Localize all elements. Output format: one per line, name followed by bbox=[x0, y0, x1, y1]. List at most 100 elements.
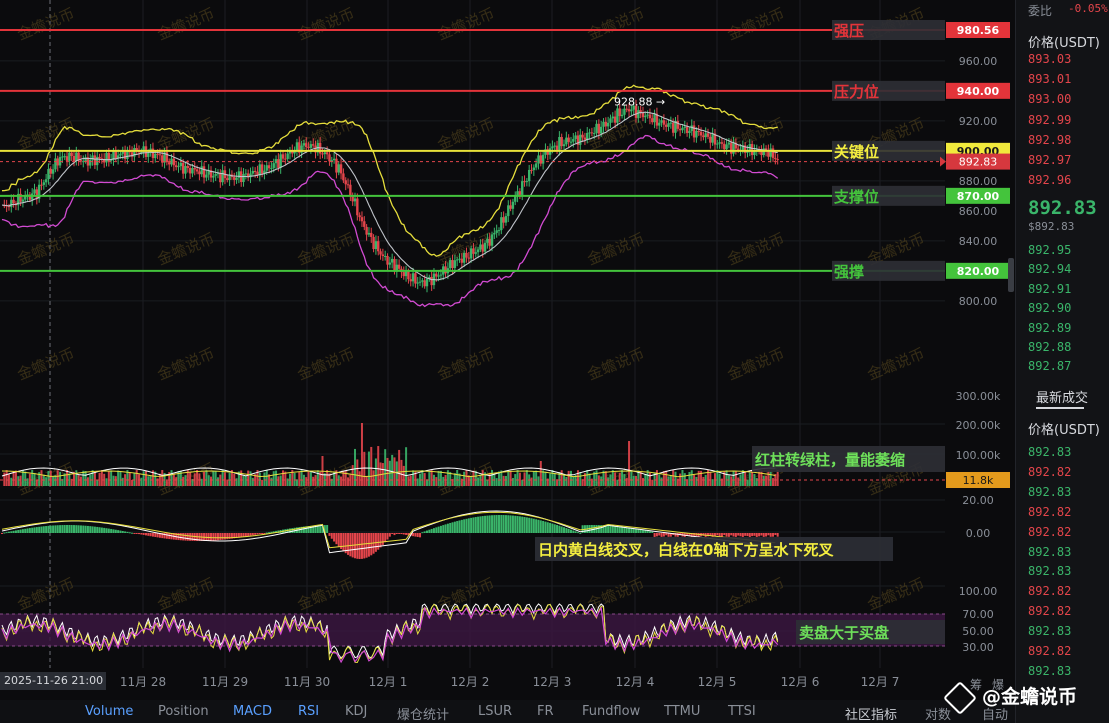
ask-row[interactable]: 893.03 bbox=[1028, 52, 1071, 66]
volume-bar bbox=[251, 477, 254, 486]
bid-row[interactable]: 892.95 bbox=[1028, 243, 1071, 257]
macd-bar bbox=[1, 533, 3, 534]
bid-row[interactable]: 892.88 bbox=[1028, 340, 1071, 354]
watermark-text: 金蟾说币 bbox=[155, 345, 217, 384]
trade-row[interactable]: 892.82 bbox=[1028, 604, 1071, 618]
volume-bar bbox=[337, 475, 340, 486]
trade-row[interactable]: 892.83 bbox=[1028, 564, 1071, 578]
trade-row[interactable]: 892.82 bbox=[1028, 465, 1071, 479]
bid-row[interactable]: 892.90 bbox=[1028, 301, 1071, 315]
volume-bar bbox=[189, 471, 192, 486]
trade-row[interactable]: 892.82 bbox=[1028, 505, 1071, 519]
chart-area[interactable]: 金蟾说币 金蟾说币 金蟾说币 金蟾说币 金蟾说币 金蟾说币 金蟾说币 金蟾说币 金蟾说币 金蟾说币… bbox=[0, 0, 1015, 692]
volume-bar bbox=[597, 475, 600, 486]
candlestick-chart[interactable]: 金蟾说币 金蟾说币 金蟾说币 金蟾说币 金蟾说币 金蟾说币金蟾说币 金蟾说币 金蟾说币 金蟾说币… bbox=[0, 0, 1015, 692]
candle-body bbox=[360, 217, 364, 222]
candle-body bbox=[421, 280, 424, 282]
panel-resize-handle[interactable] bbox=[1008, 258, 1014, 292]
bid-row[interactable]: 892.87 bbox=[1028, 359, 1071, 373]
trade-row[interactable]: 892.83 bbox=[1028, 624, 1071, 638]
ask-row[interactable]: 892.99 bbox=[1028, 113, 1071, 127]
trade-row[interactable]: 892.83 bbox=[1028, 485, 1071, 499]
macd-bar bbox=[623, 527, 626, 533]
order-book-panel: 委比 -0.05% 价格(USDT) 893.03 893.01 893.00 892… bbox=[1008, 0, 1109, 723]
bid-row[interactable]: 892.91 bbox=[1028, 282, 1071, 296]
candle-body bbox=[539, 155, 542, 164]
trade-row[interactable]: 892.82 bbox=[1028, 584, 1071, 598]
candle-body bbox=[121, 151, 124, 154]
volume-bar bbox=[556, 479, 559, 486]
trade-row[interactable]: 892.83 bbox=[1028, 545, 1071, 559]
tab-liquidation[interactable]: 爆仓统计 bbox=[397, 704, 449, 723]
community-indicators-button[interactable]: 社区指标 bbox=[845, 704, 897, 723]
ask-row[interactable]: 893.01 bbox=[1028, 72, 1071, 86]
trade-row[interactable]: 892.82 bbox=[1028, 525, 1071, 539]
tab-rsi[interactable]: RSI bbox=[298, 704, 319, 719]
trade-row[interactable]: 892.83 bbox=[1028, 664, 1071, 678]
macd-bar bbox=[727, 533, 730, 537]
candle-body bbox=[769, 148, 772, 157]
candle-body bbox=[518, 191, 522, 195]
tab-position[interactable]: Position bbox=[158, 704, 209, 719]
bid-row[interactable]: 892.89 bbox=[1028, 321, 1071, 335]
volume-bar bbox=[56, 470, 59, 486]
tab-fundflow[interactable]: Fundflow bbox=[582, 704, 640, 719]
macd-bar bbox=[423, 531, 426, 533]
trade-row[interactable]: 892.82 bbox=[1028, 644, 1071, 658]
tab-macd[interactable]: MACD bbox=[233, 704, 272, 719]
candle-body bbox=[12, 199, 15, 204]
tab-ttmu[interactable]: TTMU bbox=[664, 704, 700, 719]
macd-bar bbox=[549, 522, 552, 533]
candle-body bbox=[51, 169, 55, 174]
trade-row[interactable]: 892.83 bbox=[1028, 445, 1071, 459]
tab-ttsi[interactable]: TTSI bbox=[728, 704, 756, 719]
ask-row[interactable]: 892.98 bbox=[1028, 133, 1071, 147]
candle-body bbox=[414, 273, 417, 284]
volume-bar bbox=[358, 471, 361, 486]
x-axis-label: 12月 2 bbox=[451, 675, 490, 689]
tab-volume[interactable]: Volume bbox=[85, 704, 133, 719]
volume-bar bbox=[33, 472, 36, 486]
macd-bar bbox=[128, 532, 131, 534]
volume-bar bbox=[767, 470, 770, 486]
candle-body bbox=[472, 248, 475, 254]
macd-bar bbox=[93, 526, 96, 533]
macd-bar bbox=[676, 533, 679, 537]
candle-body bbox=[386, 255, 389, 265]
macd-bar bbox=[3, 532, 6, 534]
macd-bar bbox=[430, 528, 433, 533]
volume-bar bbox=[395, 461, 398, 486]
tab-fr[interactable]: FR bbox=[537, 704, 554, 719]
volume-bar bbox=[298, 472, 301, 486]
volume-bar bbox=[544, 471, 547, 486]
tab-lsur[interactable]: LSUR bbox=[478, 704, 512, 719]
tab-kdj[interactable]: KDJ bbox=[345, 704, 367, 719]
macd-bar bbox=[734, 533, 737, 537]
candle-body bbox=[258, 164, 261, 176]
candle-body bbox=[61, 156, 64, 158]
volume-bar bbox=[398, 449, 401, 486]
macd-bar bbox=[70, 525, 73, 533]
macd-bar bbox=[720, 533, 723, 537]
macd-bar bbox=[655, 533, 658, 537]
bid-row[interactable]: 892.94 bbox=[1028, 262, 1071, 276]
candle-body bbox=[637, 110, 640, 118]
volume-bar bbox=[734, 471, 737, 486]
level-price-tag-text: 870.00 bbox=[957, 190, 1000, 203]
ask-row[interactable]: 893.00 bbox=[1028, 92, 1071, 106]
macd-bar bbox=[14, 530, 17, 533]
volume-current-tag-text: 11.8k bbox=[963, 474, 994, 487]
level-label: 支撑位 bbox=[833, 188, 879, 206]
volume-bar bbox=[405, 447, 408, 486]
ask-row[interactable]: 892.96 bbox=[1028, 173, 1071, 187]
volume-bar bbox=[576, 470, 579, 486]
candle-body bbox=[495, 230, 498, 233]
macd-bar bbox=[607, 525, 610, 533]
latest-trades-title[interactable]: 最新成交 bbox=[1036, 387, 1088, 406]
ask-row[interactable]: 892.97 bbox=[1028, 153, 1071, 167]
volume-bar bbox=[409, 475, 412, 486]
candle-body bbox=[309, 144, 313, 148]
macd-bar bbox=[326, 525, 329, 533]
candle-body bbox=[439, 274, 443, 276]
candle-body bbox=[105, 152, 108, 163]
